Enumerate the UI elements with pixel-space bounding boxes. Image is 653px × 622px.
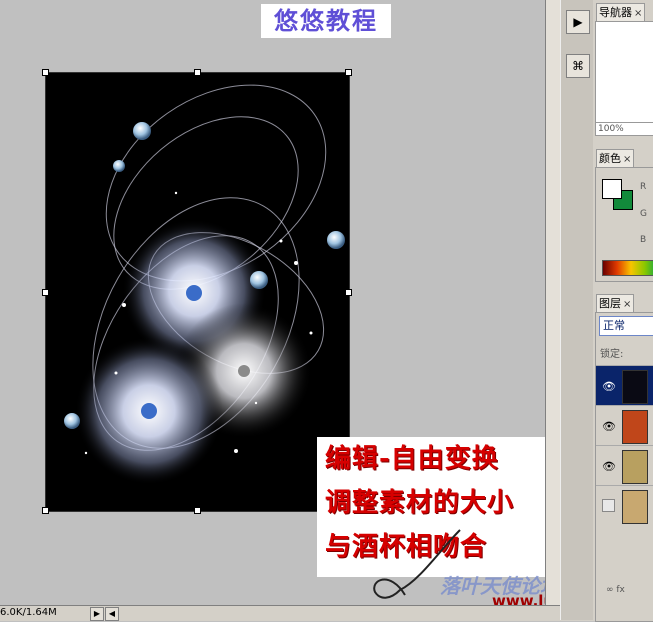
blend-mode-select[interactable]: 正常 <box>599 316 653 336</box>
layer-thumbnail <box>622 490 648 524</box>
transform-handle[interactable] <box>194 507 201 514</box>
green-label: G <box>640 209 647 219</box>
tab-label: 颜色 <box>599 152 621 165</box>
tab-color[interactable]: 颜色 × <box>596 149 635 167</box>
transform-handle[interactable] <box>345 69 352 76</box>
panel-dock-strip: ▶ ⌘ <box>560 0 595 620</box>
tab-label: 导航器 <box>599 6 632 19</box>
layer-row[interactable] <box>596 485 653 526</box>
layers-panel: 正常 锁定: 👁 👁 👁 ∞ fx <box>595 312 653 622</box>
tutorial-watermark: 悠悠教程 <box>261 4 391 38</box>
transform-handle[interactable] <box>42 69 49 76</box>
close-icon[interactable]: × <box>634 8 642 19</box>
tab-label: 图层 <box>599 297 621 310</box>
scroll-left-button[interactable]: ◀ <box>105 607 119 621</box>
close-icon[interactable]: × <box>623 154 631 165</box>
layer-row[interactable]: 👁 <box>596 445 653 486</box>
layers-footer-icons[interactable]: ∞ fx <box>596 585 653 601</box>
layer-thumbnail <box>622 370 648 404</box>
red-label: R <box>640 182 647 192</box>
visibility-toggle[interactable] <box>602 499 615 512</box>
annotation-line: 调整素材的大小 <box>325 488 515 518</box>
transform-handle[interactable] <box>194 69 201 76</box>
brush-preset-icon[interactable]: ⌘ <box>566 54 590 78</box>
status-bar: 6.0K/1.64M ▶ ◀ <box>0 605 595 621</box>
document-image[interactable] <box>45 72 350 512</box>
lock-label: 锁定: <box>600 349 624 360</box>
annotation-line: 编辑-自由变换 <box>325 444 499 474</box>
navigator-preview[interactable] <box>595 21 653 123</box>
document-canvas-area[interactable]: 悠悠教程 编辑-自由变换 调整素材的大小 与酒杯相吻合 落叶天使论坛 <box>0 0 611 610</box>
tab-layers[interactable]: 图层 × <box>596 294 635 312</box>
transform-handle[interactable] <box>42 289 49 296</box>
play-action-icon[interactable]: ▶ <box>566 10 590 34</box>
close-icon[interactable]: × <box>623 299 631 310</box>
layer-row[interactable]: 👁 <box>596 405 653 446</box>
color-spectrum-bar[interactable] <box>602 260 653 276</box>
visibility-eye-icon[interactable]: 👁 <box>602 380 616 393</box>
foreground-color-swatch[interactable] <box>602 179 622 199</box>
visibility-eye-icon[interactable]: 👁 <box>602 420 616 433</box>
vertical-scrollbar[interactable] <box>545 0 561 605</box>
flower-artwork <box>64 84 345 485</box>
doc-size-readout: 6.0K/1.64M <box>0 607 57 618</box>
navigator-zoom[interactable]: 100% <box>595 122 653 136</box>
transform-handle[interactable] <box>345 289 352 296</box>
status-menu-arrow[interactable]: ▶ <box>90 607 104 621</box>
blue-label: B <box>640 235 647 245</box>
layer-row[interactable]: 👁 <box>596 365 653 406</box>
panels-column: 导航器 × 100% 颜色 × R G B 图层 × 正常 锁定: 👁 👁 👁 ∞ fx <box>593 0 653 622</box>
layer-thumbnail <box>622 450 648 484</box>
layer-thumbnail <box>622 410 648 444</box>
color-panel: R G B <box>595 167 653 282</box>
transform-handle[interactable] <box>42 507 49 514</box>
visibility-eye-icon[interactable]: 👁 <box>602 460 616 473</box>
tab-navigator[interactable]: 导航器 × <box>596 3 646 21</box>
